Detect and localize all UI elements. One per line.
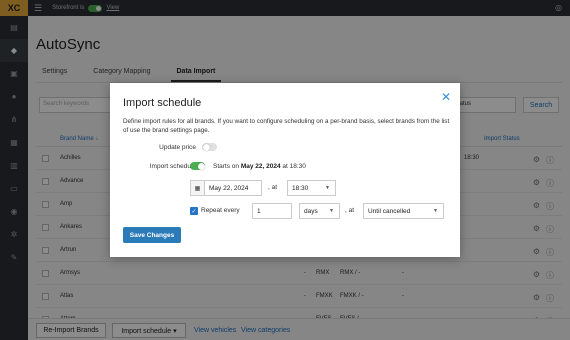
import-schedule-modal: Import schedule ✕ Define import rules fo…: [110, 83, 460, 257]
starts-at: at 18:30: [282, 163, 306, 170]
repeat-interval-input[interactable]: 1: [252, 203, 292, 219]
starts-prefix: Starts on: [213, 163, 240, 170]
repeat-every-label: Repeat every: [201, 207, 240, 214]
unit-value: days: [304, 208, 318, 215]
chevron-down-icon: ▼: [329, 208, 334, 214]
until-select[interactable]: Until cancelled ▼: [363, 203, 444, 219]
date-picker[interactable]: ▦ May 22, 2024: [190, 180, 262, 196]
date-value[interactable]: May 22, 2024: [205, 181, 252, 195]
import-schedule-label: Import schedule: [149, 163, 196, 170]
starts-date: May 22, 2024: [240, 163, 281, 170]
save-changes-button[interactable]: Save Changes: [123, 227, 181, 243]
time-select[interactable]: 18:30 ▼: [287, 180, 336, 196]
import-schedule-toggle[interactable]: [190, 162, 205, 170]
chevron-down-icon: ▼: [433, 208, 438, 214]
update-price-label: Update price: [159, 144, 196, 151]
chevron-down-icon: ▼: [325, 185, 330, 191]
at-label: , at: [268, 184, 278, 191]
modal-title: Import schedule: [123, 97, 202, 109]
at-label: , at: [345, 207, 355, 214]
update-price-toggle[interactable]: [202, 143, 217, 151]
time-value: 18:30: [292, 185, 309, 192]
repeat-checkbox[interactable]: ✓: [190, 207, 198, 215]
close-icon[interactable]: ✕: [441, 90, 451, 104]
calendar-icon[interactable]: ▦: [191, 181, 205, 195]
starts-on-text: Starts on May 22, 2024 at 18:30: [213, 163, 306, 170]
until-value: Until cancelled: [368, 208, 411, 215]
modal-description: Define import rules for all brands. If y…: [123, 118, 450, 134]
repeat-unit-select[interactable]: days ▼: [299, 203, 340, 219]
